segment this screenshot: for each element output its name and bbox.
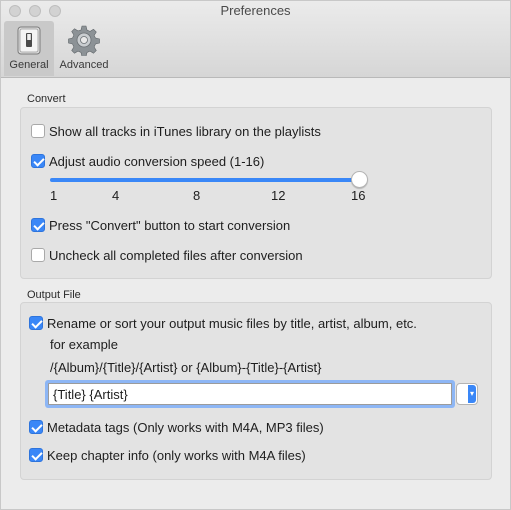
format-dropdown-button[interactable]: ▾ [456,383,478,405]
slider-tick-8: 8 [193,188,201,203]
adjust-speed-label: Adjust audio conversion speed (1-16) [49,153,265,169]
chapter-checkbox[interactable] [29,448,43,462]
metadata-label: Metadata tags (Only works with M4A, MP3 … [47,419,324,435]
format-input[interactable] [48,383,452,405]
uncheck-completed-option[interactable]: Uncheck all completed files after conver… [31,247,303,263]
press-convert-option[interactable]: Press "Convert" button to start conversi… [31,217,290,233]
output-section-label: Output File [27,289,81,301]
speed-slider-track[interactable] [50,178,359,182]
slider-tick-1: 1 [50,188,58,203]
show-all-tracks-option[interactable]: Show all tracks in iTunes library on the… [31,123,321,139]
tab-advanced[interactable]: Advanced [54,21,114,76]
slider-tick-4: 4 [112,188,120,203]
uncheck-completed-label: Uncheck all completed files after conver… [49,247,303,263]
press-convert-checkbox[interactable] [31,218,45,232]
press-convert-label: Press "Convert" button to start conversi… [49,217,291,233]
convert-section-label: Convert [27,93,66,105]
rename-option[interactable]: Rename or sort your output music files b… [29,315,417,331]
tab-general-label: General [9,59,49,71]
switch-icon [17,26,41,55]
rename-label: Rename or sort your output music files b… [47,315,417,331]
chevron-down-icon: ▾ [468,385,476,403]
show-all-tracks-label: Show all tracks in iTunes library on the… [49,123,321,139]
adjust-speed-option[interactable]: Adjust audio conversion speed (1-16) [31,153,264,169]
metadata-option[interactable]: Metadata tags (Only works with M4A, MP3 … [29,419,324,435]
rename-checkbox[interactable] [29,316,43,330]
tab-general[interactable]: General [4,21,54,76]
example-pattern-text: /{Album}/{Title}/{Artist} or {Album}-{Ti… [50,360,322,375]
title-bar: Preferences General Advanced [1,1,510,78]
chapter-option[interactable]: Keep chapter info (only works with M4A f… [29,447,306,463]
chapter-label: Keep chapter info (only works with M4A f… [47,447,306,463]
speed-slider-knob[interactable] [351,171,368,188]
metadata-checkbox[interactable] [29,420,43,434]
show-all-tracks-checkbox[interactable] [31,124,45,138]
gear-icon [68,25,100,56]
slider-tick-16: 16 [351,188,366,203]
preferences-window: Preferences General Advanced Convert Sho… [0,0,511,510]
window-title: Preferences [220,3,291,18]
uncheck-completed-checkbox[interactable] [31,248,45,262]
adjust-speed-checkbox[interactable] [31,154,45,168]
for-example-text: for example [50,337,118,352]
slider-tick-12: 12 [271,188,286,203]
tab-advanced-label: Advanced [59,59,109,71]
